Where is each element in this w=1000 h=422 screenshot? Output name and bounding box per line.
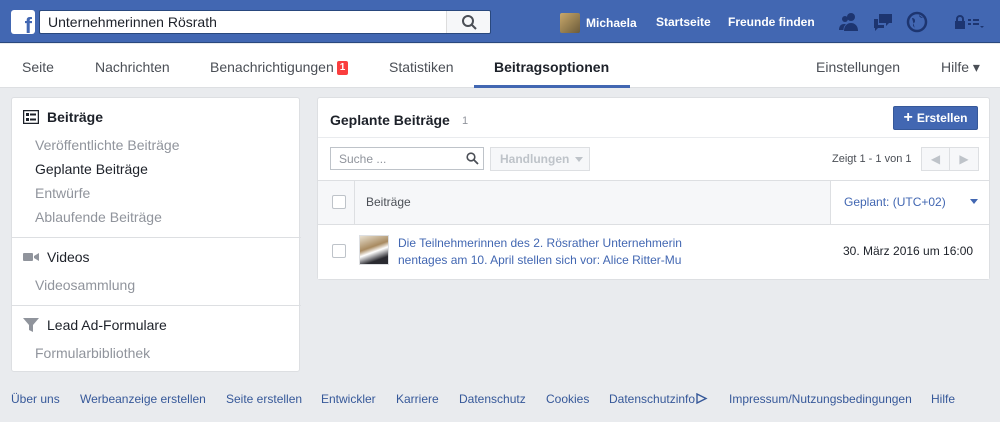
top-icons	[838, 11, 940, 33]
user-name: Michaela	[586, 16, 637, 30]
table-header: Beiträge Geplant: (UTC+02)	[318, 180, 989, 225]
create-button-label: Erstellen	[916, 111, 968, 125]
sort-down-icon	[970, 199, 978, 204]
sidebar-item-drafts[interactable]: Entwürfe	[35, 185, 90, 201]
column-header-scheduled[interactable]: Geplant: (UTC+02)	[830, 181, 989, 224]
footer-link-imprint-terms[interactable]: Impressum/Nutzungsbedingungen	[729, 392, 912, 406]
next-page-button[interactable]: ▶	[950, 148, 978, 170]
notification-badge: 1	[336, 61, 349, 75]
search-icon	[462, 15, 477, 30]
tab-label: Benachrichtigungen	[210, 59, 334, 75]
sidebar-section-posts-label: Beiträge	[47, 109, 104, 125]
video-camera-icon	[23, 253, 39, 261]
tab-beitragsoptionen[interactable]: Beitragsoptionen	[494, 44, 609, 88]
sidebar-item-form-library[interactable]: Formularbibliothek	[35, 345, 150, 361]
sidebar: Beiträge Veröffentlichte Beiträge Geplan…	[11, 97, 301, 372]
column-header-scheduled-label: Geplant: (UTC+02)	[844, 195, 946, 209]
find-friends-link[interactable]: Freunde finden	[728, 15, 815, 29]
footer-link-privacy[interactable]: Datenschutz	[459, 392, 526, 406]
posts-list-icon	[23, 110, 39, 124]
tab-statistiken[interactable]: Statistiken	[389, 44, 454, 88]
global-search	[39, 10, 491, 34]
footer-link-cookies[interactable]: Cookies	[546, 392, 589, 406]
tab-benachrichtigungen[interactable]: Benachrichtigungen 1	[210, 44, 349, 88]
messages-icon[interactable]	[872, 11, 894, 33]
sidebar-item-published[interactable]: Veröffentlichte Beiträge	[35, 137, 180, 153]
divider	[12, 305, 301, 306]
global-search-input[interactable]	[40, 11, 450, 33]
footer-link-create-page[interactable]: Seite erstellen	[226, 392, 302, 406]
avatar	[560, 13, 580, 33]
tab-einstellungen[interactable]: Einstellungen	[816, 44, 900, 88]
post-text-line: nentages am 10. April stellen sich vor: …	[398, 253, 682, 267]
footer-link-careers[interactable]: Karriere	[396, 392, 439, 406]
search-icon	[466, 152, 479, 165]
divider	[12, 237, 301, 238]
globe-notifications-icon[interactable]	[906, 11, 928, 33]
active-tab-indicator	[474, 85, 630, 88]
post-thumbnail	[359, 235, 389, 265]
sidebar-item-video-library[interactable]: Videosammlung	[35, 277, 135, 293]
pagination-info: Zeigt 1 - 1 von 1	[832, 153, 912, 165]
column-header-posts[interactable]: Beiträge	[366, 195, 411, 209]
actions-dropdown-label: Handlungen	[500, 152, 570, 166]
scheduled-posts-panel: Geplante Beiträge 1 + Erstellen Handlung…	[317, 97, 990, 280]
facebook-logo-icon[interactable]: f	[11, 10, 35, 37]
column-divider	[354, 181, 355, 224]
footer-link-about[interactable]: Über uns	[11, 392, 60, 406]
tab-seite[interactable]: Seite	[22, 44, 54, 88]
profile-link[interactable]: Michaela	[560, 13, 637, 33]
plus-icon: +	[903, 109, 913, 126]
footer-link-help[interactable]: Hilfe	[931, 392, 955, 406]
sidebar-item-scheduled[interactable]: Geplante Beiträge	[35, 161, 148, 177]
footer-link-create-ad[interactable]: Werbeanzeige erstellen	[80, 392, 206, 406]
footer-link-adchoices-label: Datenschutzinfo	[609, 392, 696, 406]
post-text-line: Die Teilnehmerinnen des 2. Rösrather Unt…	[398, 236, 682, 250]
sidebar-section-lead-ads[interactable]: Lead Ad-Formulare	[23, 317, 167, 333]
row-checkbox[interactable]	[332, 244, 346, 258]
sidebar-item-expiring[interactable]: Ablaufende Beiträge	[35, 209, 162, 225]
post-count: 1	[462, 115, 469, 127]
tab-nachrichten[interactable]: Nachrichten	[95, 44, 170, 88]
select-all-checkbox[interactable]	[332, 195, 346, 209]
chevron-down-icon	[575, 156, 584, 162]
footer-link-developers[interactable]: Entwickler	[321, 392, 376, 406]
sidebar-section-videos-label: Videos	[47, 249, 90, 265]
previous-page-button[interactable]: ◀	[922, 148, 950, 170]
post-search	[330, 147, 484, 170]
top-bar: f Michaela Startseite Freunde finden	[0, 0, 1000, 43]
privacy-lock-icon[interactable]	[954, 14, 984, 30]
home-link[interactable]: Startseite	[656, 15, 711, 29]
footer: Über uns Werbeanzeige erstellen Seite er…	[0, 387, 1000, 412]
sidebar-section-posts[interactable]: Beiträge	[23, 109, 103, 125]
pagination-controls: ◀ ▶	[921, 147, 979, 171]
sidebar-section-lead-ads-label: Lead Ad-Formulare	[47, 317, 167, 333]
page-navigation: Seite Nachrichten Benachrichtigungen 1 St…	[0, 44, 1000, 88]
friends-icon[interactable]	[838, 11, 860, 33]
post-search-input[interactable]	[331, 148, 461, 169]
search-button[interactable]	[446, 11, 490, 33]
create-button[interactable]: + Erstellen	[893, 106, 978, 130]
tab-hilfe[interactable]: Hilfe ▾	[941, 44, 980, 88]
table-row[interactable]: Die Teilnehmerinnen des 2. Rösrather Unt…	[318, 225, 989, 279]
divider	[318, 137, 989, 138]
page-title: Geplante Beiträge	[330, 112, 450, 128]
sidebar-section-videos[interactable]: Videos	[23, 249, 90, 265]
adchoices-icon	[696, 392, 708, 405]
funnel-icon	[23, 318, 39, 332]
scheduled-date: 30. März 2016 um 16:00	[843, 244, 974, 258]
post-preview-link[interactable]: Die Teilnehmerinnen des 2. Rösrather Unt…	[398, 235, 708, 269]
footer-link-adchoices[interactable]: Datenschutzinfo	[609, 392, 708, 406]
actions-dropdown[interactable]: Handlungen	[490, 147, 590, 171]
